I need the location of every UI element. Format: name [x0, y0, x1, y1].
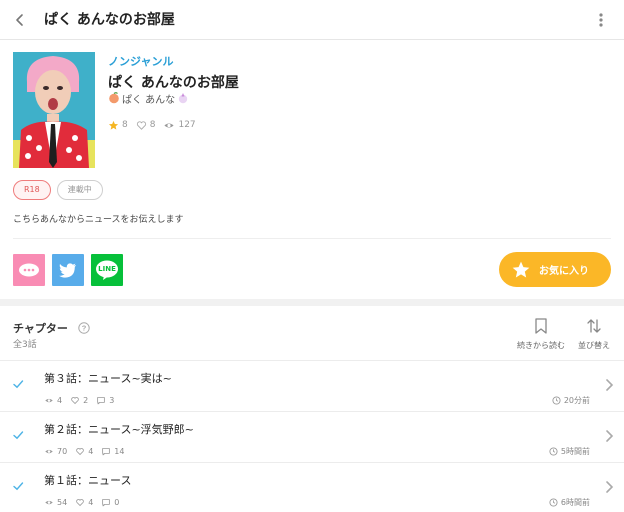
chevron-right-icon — [606, 379, 614, 391]
chevron-right-icon — [606, 430, 614, 442]
work-title: ぱく あんなのお部屋 — [108, 75, 239, 91]
cover-image[interactable] — [13, 52, 95, 168]
chapter-comments: 14 — [101, 447, 124, 456]
comment-icon — [97, 396, 105, 404]
heart-icon — [136, 120, 146, 130]
chapter-time-text: 5時間前 — [560, 446, 590, 456]
chapter-comments: 3 — [96, 396, 114, 405]
clock-icon — [549, 446, 558, 456]
eye-icon — [45, 500, 53, 504]
star-stat: 8 — [108, 120, 128, 131]
chapter-stats: 70 4 14 — [44, 445, 132, 457]
read-check-icon — [13, 482, 24, 491]
help-icon[interactable]: ? — [78, 322, 90, 334]
chapter-comment-count: 3 — [109, 395, 115, 405]
chapter-view-count: 4 — [57, 395, 63, 405]
page-title: ぱく あんなのお部屋 — [44, 12, 175, 28]
chevron-right-icon — [606, 481, 614, 493]
chapter-likes: 4 — [75, 498, 93, 507]
line-share-button[interactable]: LINE — [91, 254, 123, 286]
chapter-comment-count: 14 — [114, 446, 125, 456]
star-icon — [512, 261, 530, 277]
view-count: 127 — [178, 120, 196, 130]
status-badge: 連載中 — [56, 180, 103, 200]
view-stat: 127 — [163, 120, 196, 131]
chapter-time: 5時間前 — [549, 445, 590, 457]
star-count: 8 — [122, 120, 128, 130]
clock-icon — [549, 497, 558, 507]
sort-button[interactable]: 並び替え — [566, 318, 622, 351]
chapter-title: 第３話：ニュース~実は~ — [44, 372, 172, 385]
chapter-like-count: 4 — [88, 497, 94, 507]
top-bar: ぱく あんなのお部屋 — [0, 0, 624, 40]
chapter-stats: 4 2 3 — [44, 394, 122, 406]
twitter-share-button[interactable] — [52, 254, 84, 286]
continue-reading-button[interactable]: 続きから読む — [513, 318, 569, 351]
clock-icon — [552, 395, 561, 405]
comment-icon — [102, 498, 111, 506]
moonmoon-share-button[interactable] — [13, 254, 45, 286]
chapters-heading-label: チャプター — [13, 322, 68, 335]
eye-icon — [45, 449, 53, 453]
unicorn-emoji-icon — [178, 93, 188, 104]
read-check-icon — [13, 380, 24, 389]
badges: R18 連載中 — [13, 180, 103, 200]
chapter-title: 第１話：ニュース — [44, 474, 132, 487]
genre-link[interactable]: ノンジャンル — [108, 53, 173, 69]
chapter-likes: 4 — [75, 447, 93, 456]
more-options-icon[interactable] — [592, 10, 610, 30]
heart-icon — [76, 447, 84, 455]
back-arrow-icon[interactable] — [10, 10, 30, 30]
chapter-like-count: 2 — [83, 395, 89, 405]
sort-arrows-icon — [587, 319, 601, 333]
chapter-views: 54 — [44, 498, 67, 507]
twitter-bird-icon — [59, 263, 76, 278]
chapter-time: 20分前 — [552, 394, 590, 406]
eye-icon — [164, 122, 175, 128]
chapter-view-count: 70 — [57, 446, 68, 456]
read-check-icon — [13, 431, 24, 440]
author-name: ぱく あんな — [122, 94, 176, 106]
chapter-title: 第２話：ニュース~浮気野郎~ — [44, 423, 194, 436]
section-gap — [0, 299, 624, 306]
heart-icon — [76, 498, 84, 506]
peach-emoji-icon — [109, 92, 119, 104]
like-stat: 8 — [136, 120, 156, 131]
svg-text:?: ? — [82, 324, 87, 333]
chapter-row[interactable]: 第１話：ニュース 54 4 0 6時間前 — [0, 463, 624, 512]
chapters-heading: チャプター ? — [13, 320, 90, 336]
chapter-time: 6時間前 — [549, 496, 590, 508]
description: こちらあんなからニュースをお伝えします — [13, 215, 184, 225]
chapter-row[interactable]: 第３話：ニュース~実は~ 4 2 3 20分前 — [0, 361, 624, 411]
line-label: LINE — [98, 265, 116, 273]
chapter-stats: 54 4 0 — [44, 496, 127, 508]
chapter-count: 全3話 — [13, 340, 37, 350]
chapter-time-text: 6時間前 — [560, 497, 590, 507]
like-count: 8 — [149, 120, 156, 130]
heart-icon — [71, 396, 79, 404]
chapter-views: 70 — [44, 447, 67, 456]
chapter-likes: 2 — [70, 396, 88, 405]
favorite-button[interactable]: お気に入り — [499, 252, 611, 287]
chapter-comment-count: 0 — [114, 497, 120, 507]
speech-bubble-icon — [19, 263, 39, 277]
chapter-views: 4 — [44, 396, 62, 405]
chapter-like-count: 4 — [88, 446, 94, 456]
rating-badge: R18 — [13, 180, 51, 200]
work-stats: 8 8 127 — [108, 118, 204, 132]
divider — [13, 238, 611, 239]
chapter-time-text: 20分前 — [563, 395, 590, 405]
chapter-row[interactable]: 第２話：ニュース~浮気野郎~ 70 4 14 5時間前 — [0, 412, 624, 462]
chapter-view-count: 54 — [57, 497, 68, 507]
star-icon — [108, 120, 119, 130]
eye-icon — [45, 398, 53, 402]
chapter-comments: 0 — [101, 498, 119, 507]
author[interactable]: ぱく あんな — [108, 91, 189, 106]
favorite-label: お気に入り — [539, 266, 589, 277]
bookmark-icon — [535, 318, 547, 334]
sort-label: 並び替え — [578, 341, 610, 350]
continue-reading-label: 続きから読む — [517, 341, 565, 350]
comment-icon — [102, 447, 111, 455]
